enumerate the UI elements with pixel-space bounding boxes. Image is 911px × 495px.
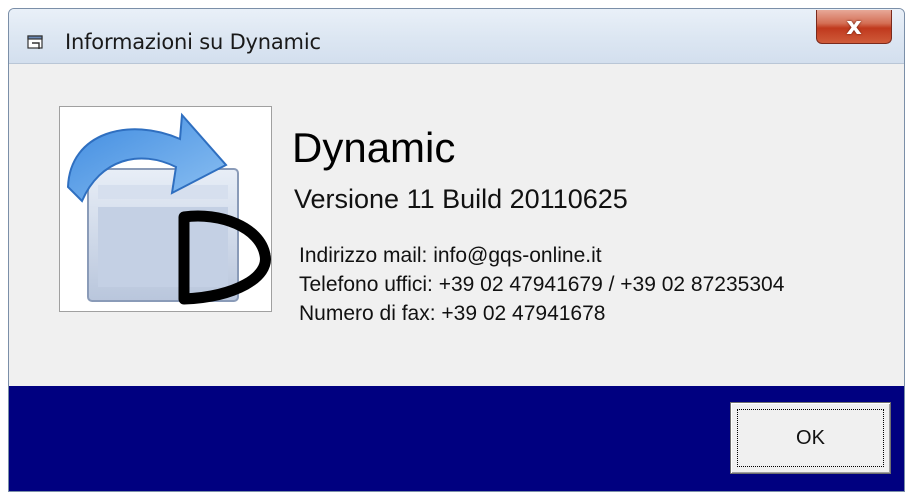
app-window-icon — [27, 35, 43, 49]
title-bar[interactable]: Informazioni su Dynamic x — [9, 9, 904, 63]
window-title: Informazioni su Dynamic — [65, 30, 321, 54]
email-info: Indirizzo mail: info@gqs-online.it — [299, 244, 602, 267]
dialog-body: Dynamic Versione 11 Build 20110625 Indir… — [9, 63, 904, 491]
ok-button-label: OK — [796, 427, 825, 449]
button-band: OK — [9, 386, 904, 491]
version-text: Versione 11 Build 20110625 — [294, 184, 628, 214]
ok-button[interactable]: OK — [730, 402, 891, 474]
logo-graphic — [66, 112, 271, 305]
about-dialog: Informazioni su Dynamic x Dynamic Versio… — [8, 8, 905, 492]
phone-info: Telefono uffici: +39 02 47941679 / +39 0… — [299, 273, 785, 296]
app-name: Dynamic — [292, 124, 456, 171]
dynamic-logo-icon — [59, 106, 272, 312]
close-icon: x — [846, 12, 862, 40]
fax-info: Numero di fax: +39 02 47941678 — [299, 302, 606, 325]
close-button[interactable]: x — [816, 10, 892, 44]
